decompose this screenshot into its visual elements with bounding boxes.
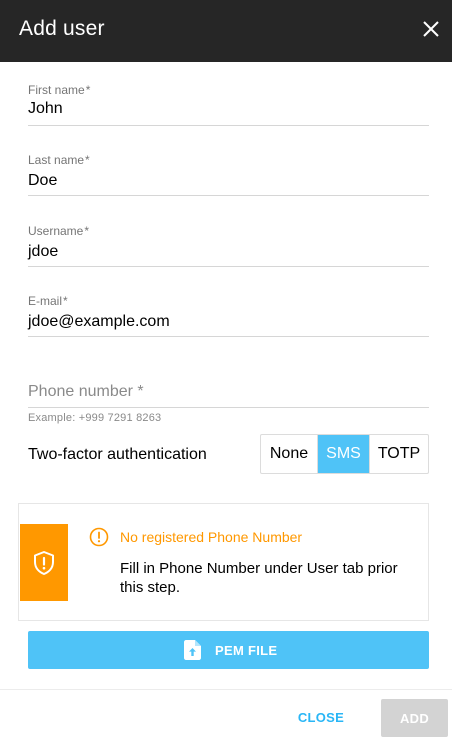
footer-divider: [0, 689, 452, 690]
warning-alert: No registered Phone Number Fill in Phone…: [18, 503, 429, 621]
shield-alert-icon: [34, 551, 54, 575]
file-upload-icon: [184, 640, 201, 660]
phone-number-placeholder: Phone number *: [28, 383, 144, 400]
two-factor-toggle: None SMS TOTP: [260, 434, 429, 474]
phone-number-field[interactable]: Phone number *: [28, 381, 429, 408]
username-field[interactable]: Username* jdoe: [28, 224, 429, 267]
last-name-value[interactable]: Doe: [28, 172, 57, 190]
add-button[interactable]: ADD: [381, 699, 448, 737]
info-icon: [89, 527, 109, 547]
two-factor-sms-option[interactable]: SMS: [318, 435, 369, 473]
alert-title: No registered Phone Number: [120, 529, 303, 545]
email-field[interactable]: E-mail* jdoe@example.com: [28, 294, 429, 337]
two-factor-totp-option[interactable]: TOTP: [369, 435, 428, 473]
pem-file-button[interactable]: PEM FILE: [28, 631, 429, 669]
first-name-field[interactable]: First name* John: [28, 83, 429, 126]
two-factor-label: Two-factor authentication: [28, 446, 207, 463]
dialog-header: Add user: [0, 0, 452, 62]
first-name-value[interactable]: John: [28, 100, 63, 118]
last-name-label: Last name*: [28, 153, 90, 167]
email-label: E-mail*: [28, 294, 68, 308]
username-value[interactable]: jdoe: [28, 243, 58, 261]
pem-file-label: PEM FILE: [215, 643, 278, 658]
alert-stripe: [20, 524, 68, 601]
close-icon[interactable]: [420, 18, 442, 40]
first-name-label: First name*: [28, 83, 91, 97]
phone-number-hint: Example: +999 7291 8263: [28, 412, 162, 424]
last-name-field[interactable]: Last name* Doe: [28, 153, 429, 196]
two-factor-none-option[interactable]: None: [261, 435, 318, 473]
close-button[interactable]: CLOSE: [283, 699, 359, 735]
username-label: Username*: [28, 224, 90, 238]
alert-message: Fill in Phone Number under User tab prio…: [120, 560, 398, 596]
email-value[interactable]: jdoe@example.com: [28, 313, 170, 331]
dialog-title: Add user: [19, 17, 105, 40]
